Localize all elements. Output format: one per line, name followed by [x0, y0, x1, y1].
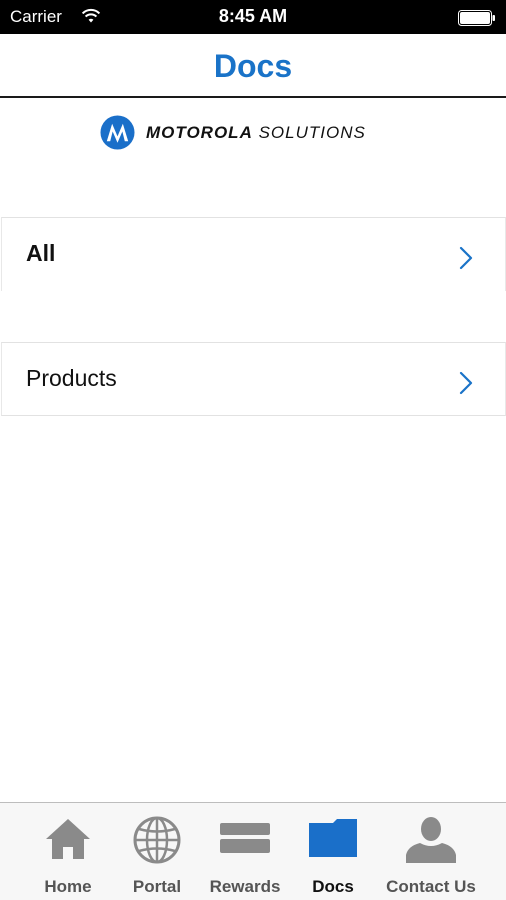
folder-icon: [309, 819, 357, 857]
chevron-right-icon: [459, 246, 473, 270]
navigation-bar: Docs: [0, 34, 506, 98]
battery-icon: [458, 10, 495, 26]
motorola-logo-icon: [100, 115, 135, 150]
tab-label: Portal: [132, 877, 182, 896]
tab-contact-us[interactable]: Contact Us: [376, 803, 486, 900]
tab-rewards[interactable]: Rewards: [200, 803, 290, 900]
globe-icon: [133, 816, 181, 864]
tab-docs[interactable]: Docs: [296, 803, 370, 900]
motorola-solutions-logo: MOTOROLA SOLUTIONS: [100, 115, 420, 151]
tab-portal[interactable]: Portal: [118, 803, 196, 900]
list-item-products[interactable]: Products: [1, 342, 506, 416]
logo-wordmark: MOTOROLA SOLUTIONS: [146, 123, 366, 143]
list-item-label: All: [26, 240, 56, 266]
person-icon: [406, 817, 456, 863]
logo-brand-bold: MOTOROLA: [146, 123, 253, 142]
list-item-label: Products: [26, 365, 117, 391]
card-icon: [220, 823, 270, 853]
status-bar: Carrier 8:45 AM: [0, 0, 506, 34]
list-item-all[interactable]: All: [1, 217, 506, 291]
tab-label: Rewards: [209, 877, 281, 896]
tab-label: Contact Us: [386, 877, 476, 896]
tab-label: Docs: [312, 877, 354, 896]
status-time: 8:45 AM: [218, 6, 288, 26]
home-icon: [46, 819, 90, 859]
chevron-right-icon: [459, 371, 473, 395]
tab-label: Home: [44, 877, 92, 896]
logo-brand-light: SOLUTIONS: [258, 123, 366, 142]
tab-bar: Home Portal Rewards Docs Contact Us: [0, 802, 506, 900]
tab-home[interactable]: Home: [22, 803, 114, 900]
page-title: Docs: [213, 48, 293, 84]
